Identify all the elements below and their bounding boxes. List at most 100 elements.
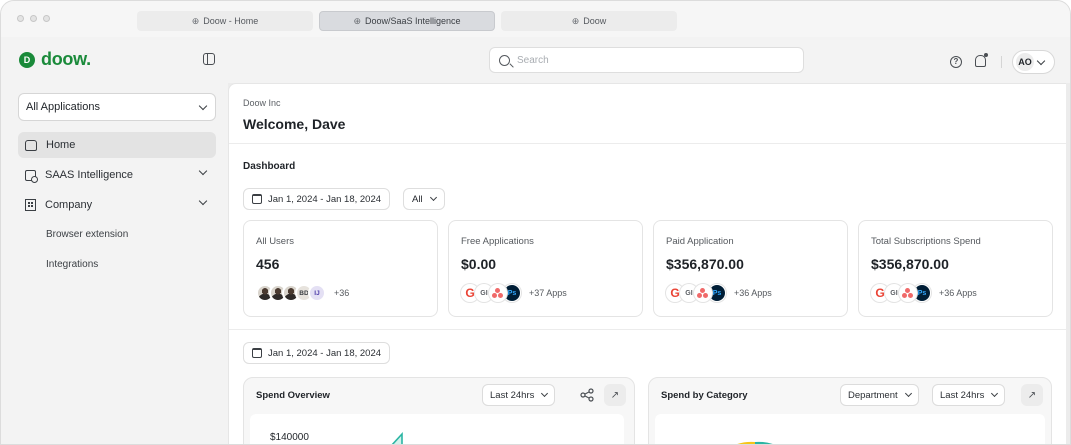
share-icon[interactable] — [580, 388, 594, 402]
application-select[interactable]: All Applications — [18, 93, 216, 121]
browser-tab-home[interactable]: ⊕ Doow - Home — [137, 11, 313, 31]
logo-mark-icon: D — [19, 51, 35, 68]
area-series-edge — [391, 431, 403, 444]
stat-value: $356,870.00 — [871, 256, 949, 272]
section-title: Dashboard — [243, 161, 296, 172]
globe-icon: ⊕ — [353, 15, 361, 26]
globe-icon: ⊕ — [571, 15, 580, 26]
globe-icon: ⊕ — [191, 15, 200, 26]
app-logo-stack: G GI Ps +37 Apps — [461, 284, 567, 302]
group-value: Department — [848, 389, 898, 401]
close-dot[interactable] — [17, 15, 24, 22]
group-select[interactable]: Department — [840, 384, 919, 406]
sidebar-item-integrations[interactable]: Integrations — [46, 259, 98, 270]
chevron-down-icon — [198, 101, 208, 110]
y-axis-tick: $140000 — [270, 432, 309, 443]
stat-value: 456 — [256, 256, 280, 272]
notification-bell-icon[interactable] — [975, 53, 988, 67]
spend-overview-panel: Spend Overview Last 24hrs ↗ $140000 — [243, 377, 635, 444]
date-range-picker-secondary[interactable]: Jan 1, 2024 - Jan 18, 2024 — [243, 342, 391, 364]
app-header: D doow. ? AO — [1, 37, 1070, 83]
calendar-icon — [252, 348, 262, 358]
brand-name: doow. — [41, 49, 91, 69]
saas-icon — [25, 169, 38, 183]
organization-name: Doow Inc — [243, 98, 281, 108]
page-title: Welcome, Dave — [243, 116, 346, 132]
date-range-value: Jan 1, 2024 - Jan 18, 2024 — [268, 193, 382, 205]
sidebar-item-saas-intelligence[interactable]: SAAS Intelligence — [18, 162, 216, 188]
asana-icon — [489, 284, 507, 302]
panel-title: Spend by Category — [661, 390, 748, 401]
date-range-value: Jan 1, 2024 - Jan 18, 2024 — [268, 347, 382, 359]
filter-select[interactable]: All — [403, 188, 445, 210]
period-value: Last 24hrs — [490, 389, 535, 401]
chevron-down-icon — [1036, 56, 1046, 65]
panel-title: Spend Overview — [256, 390, 330, 401]
browser-tab-doow[interactable]: ⊕ Doow — [501, 11, 677, 31]
expand-icon[interactable]: ↗ — [1021, 384, 1043, 406]
search-box[interactable] — [489, 47, 804, 73]
sidebar-item-company[interactable]: Company — [18, 192, 216, 218]
brand-logo[interactable]: D doow. — [19, 49, 91, 70]
chevron-down-icon — [198, 196, 208, 206]
user-avatar-stack: BD IJ +36 — [256, 284, 349, 302]
more-apps-count: +36 Apps — [939, 288, 977, 298]
home-icon — [25, 139, 37, 151]
search-icon — [499, 54, 510, 66]
sidebar: All Applications Home SAAS Intelligence … — [1, 83, 228, 444]
asana-icon — [694, 284, 712, 302]
search-input[interactable] — [517, 54, 777, 66]
stat-value: $356,870.00 — [666, 256, 744, 272]
sidebar-item-browser-extension[interactable]: Browser extension — [46, 229, 128, 240]
main-content: Doow Inc Welcome, Dave Dashboard Jan 1, … — [228, 83, 1067, 444]
browser-tab-saas[interactable]: ⊕ Doow/SaaS Intelligence — [319, 11, 495, 31]
stat-card-total-subscriptions-spend[interactable]: Total Subscriptions Spend $356,870.00 G … — [858, 220, 1053, 317]
date-range-picker[interactable]: Jan 1, 2024 - Jan 18, 2024 — [243, 188, 391, 210]
stat-card-all-users[interactable]: All Users 456 BD IJ +36 — [243, 220, 438, 317]
more-apps-count: +36 Apps — [734, 288, 772, 298]
filter-value: All — [412, 193, 423, 205]
application-select-value: All Applications — [26, 101, 100, 113]
stat-card-free-applications[interactable]: Free Applications $0.00 G GI Ps +37 Apps — [448, 220, 643, 317]
period-select[interactable]: Last 24hrs — [482, 384, 556, 406]
app-logo-stack: G GI Ps +36 Apps — [871, 284, 977, 302]
avatar: AO — [1016, 53, 1034, 71]
browser-tab-label: Doow/SaaS Intelligence — [364, 16, 461, 26]
app-window: ⊕ Doow - Home ⊕ Doow/SaaS Intelligence ⊕… — [0, 0, 1071, 445]
window-controls[interactable] — [17, 15, 50, 22]
stat-label: Total Subscriptions Spend — [871, 236, 981, 247]
chevron-down-icon — [991, 389, 999, 398]
minimize-dot[interactable] — [30, 15, 37, 22]
stat-card-paid-application[interactable]: Paid Application $356,870.00 G GI Ps +36… — [653, 220, 848, 317]
sidebar-item-home[interactable]: Home — [18, 132, 216, 158]
app-logo-stack: G GI Ps +36 Apps — [666, 284, 772, 302]
spend-overview-chart: $140000 — [250, 414, 624, 444]
maximize-dot[interactable] — [43, 15, 50, 22]
chevron-down-icon — [198, 166, 208, 176]
browser-tab-bar: ⊕ Doow - Home ⊕ Doow/SaaS Intelligence ⊕… — [1, 1, 1070, 37]
chevron-down-icon — [541, 389, 549, 398]
sidebar-item-label: SAAS Intelligence — [45, 169, 134, 181]
donut-chart-top — [737, 441, 773, 444]
help-icon[interactable]: ? — [950, 56, 962, 68]
chevron-down-icon — [904, 389, 912, 398]
period-value: Last 24hrs — [940, 389, 985, 401]
sidebar-item-label: Home — [46, 139, 76, 151]
divider — [229, 329, 1067, 330]
user-menu[interactable]: AO — [1012, 50, 1055, 74]
sidebar-toggle-icon[interactable] — [203, 53, 215, 65]
company-icon — [25, 199, 36, 211]
stat-value: $0.00 — [461, 256, 497, 272]
browser-tab-label: Doow — [583, 16, 607, 26]
more-apps-count: +37 Apps — [529, 288, 567, 298]
expand-icon[interactable]: ↗ — [604, 384, 626, 406]
spend-by-category-chart — [655, 414, 1045, 444]
period-select[interactable]: Last 24hrs — [932, 384, 1006, 406]
spend-by-category-panel: Spend by Category Department Last 24hrs … — [648, 377, 1052, 444]
stat-label: Free Applications — [461, 236, 534, 247]
chevron-down-icon — [429, 193, 437, 202]
sidebar-item-label: Company — [45, 199, 93, 211]
browser-tab-label: Doow - Home — [203, 16, 259, 26]
header-divider — [1001, 56, 1002, 68]
avatar: IJ — [308, 284, 326, 302]
